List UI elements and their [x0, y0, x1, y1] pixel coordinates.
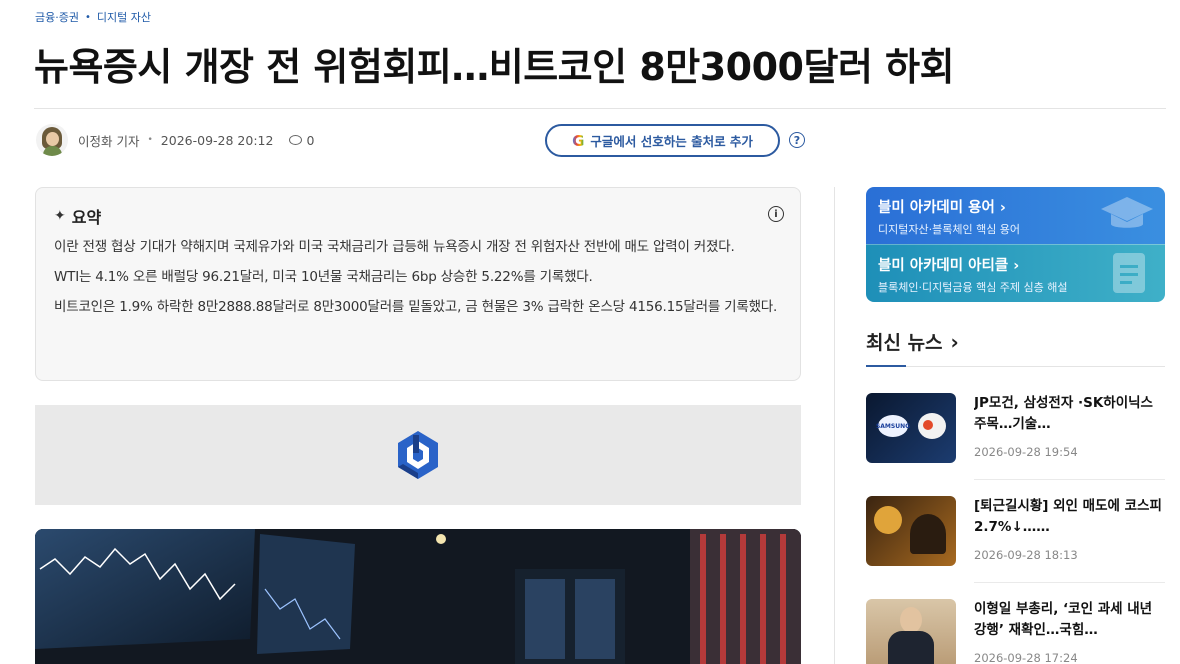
- headline-divider: [34, 108, 1166, 109]
- article-headline: 뉴욕증시 개장 전 위험회피…비트코인 8만3000달러 하회: [34, 45, 955, 89]
- author-avatar: [36, 124, 68, 156]
- graduation-cap-icon: [1101, 197, 1153, 228]
- academy-article-link[interactable]: 블미 아카데미 아티클 › 블록체인·디지털금융 핵심 주제 심층 해설: [866, 244, 1165, 302]
- news-title: 이형일 부총리, ‘코인 과세 내년 강행’ 재확인…국힘…: [974, 601, 1153, 638]
- summary-header: ✦ 요약: [54, 204, 782, 228]
- publish-datetime: 2026-09-28 20:12: [160, 132, 274, 148]
- stock-exchange-image: [35, 529, 801, 664]
- news-item[interactable]: 이형일 부총리, ‘코인 과세 내년 강행’ 재확인…국힘… 2026-09-2…: [866, 599, 1165, 664]
- latest-news-title: 최신 뉴스: [866, 332, 943, 354]
- news-thumbnail: SAMSUNG: [866, 393, 956, 463]
- breadcrumb-subsection-link[interactable]: 디지털 자산: [97, 9, 151, 25]
- summary-title: 요약: [71, 208, 102, 227]
- news-separator: [974, 582, 1165, 583]
- add-preferred-source-label: 구글에서 선호하는 출처로 추가: [590, 134, 753, 149]
- academy-glossary-link[interactable]: 블미 아카데미 용어 › 디지털자산·블록체인 핵심 용어: [866, 187, 1165, 244]
- news-date: 2026-09-28 18:13: [974, 548, 1078, 562]
- byline-dot: •: [147, 135, 153, 145]
- news-item[interactable]: [퇴근길시황] 외인 매도에 코스피 2.7%↓…… 2026-09-28 18…: [866, 496, 1165, 566]
- academy-banner: 블미 아카데미 용어 › 디지털자산·블록체인 핵심 용어 블미 아카데미 아티…: [866, 187, 1165, 302]
- news-item[interactable]: SAMSUNG JP모건, 삼성전자 ·SK하이닉스 주목…기술… 2026-0…: [866, 393, 1165, 463]
- byline: 이정화 기자 • 2026-09-28 20:12 0: [36, 124, 314, 156]
- comment-icon[interactable]: [289, 135, 303, 145]
- breadcrumb-section-link[interactable]: 금융·증권: [35, 9, 79, 25]
- publisher-logo-banner: [35, 405, 801, 505]
- news-separator: [974, 479, 1165, 480]
- summary-paragraph: WTI는 4.1% 오른 배럴당 96.21달러, 미국 10년물 국채금리는 …: [54, 269, 593, 285]
- breadcrumb-separator: •: [84, 11, 91, 23]
- summary-paragraph: 비트코인은 1.9% 하락한 8만2888.88달러로 8만3000달러를 밑돌…: [54, 299, 778, 315]
- news-date: 2026-09-28 19:54: [974, 445, 1078, 459]
- column-divider: [834, 187, 835, 664]
- help-icon[interactable]: ?: [789, 132, 805, 148]
- ai-summary-box: ✦ 요약 i 이란 전쟁 협상 기대가 약해지며 국제유가와 미국 국채금리가 …: [35, 187, 801, 381]
- author-name[interactable]: 이정화 기자: [78, 131, 139, 150]
- breadcrumb: 금융·증권 • 디지털 자산: [35, 9, 151, 25]
- news-thumbnail: [866, 496, 956, 566]
- summary-paragraph: 이란 전쟁 협상 기대가 약해지며 국제유가와 미국 국채금리가 급등해 뉴욕증…: [54, 239, 735, 255]
- latest-news-header[interactable]: 최신 뉴스 ›: [866, 328, 959, 355]
- add-preferred-source-button[interactable]: G 구글에서 선호하는 출처로 추가: [545, 124, 780, 157]
- document-icon: [1113, 253, 1145, 293]
- comment-count[interactable]: 0: [306, 133, 314, 148]
- publisher-logo-icon: [398, 431, 438, 479]
- news-date: 2026-09-28 17:24: [974, 651, 1078, 664]
- news-title: JP모건, 삼성전자 ·SK하이닉스 주목…기술…: [974, 395, 1153, 432]
- chevron-right-icon: ›: [950, 329, 959, 354]
- news-thumbnail: [866, 599, 956, 664]
- article-hero-image: [35, 529, 801, 664]
- sparkle-icon: ✦: [54, 208, 66, 224]
- news-title: [퇴근길시황] 외인 매도에 코스피 2.7%↓……: [974, 498, 1162, 535]
- latest-news-divider: [866, 365, 1165, 367]
- info-icon[interactable]: i: [768, 206, 784, 222]
- google-icon: G: [572, 131, 585, 150]
